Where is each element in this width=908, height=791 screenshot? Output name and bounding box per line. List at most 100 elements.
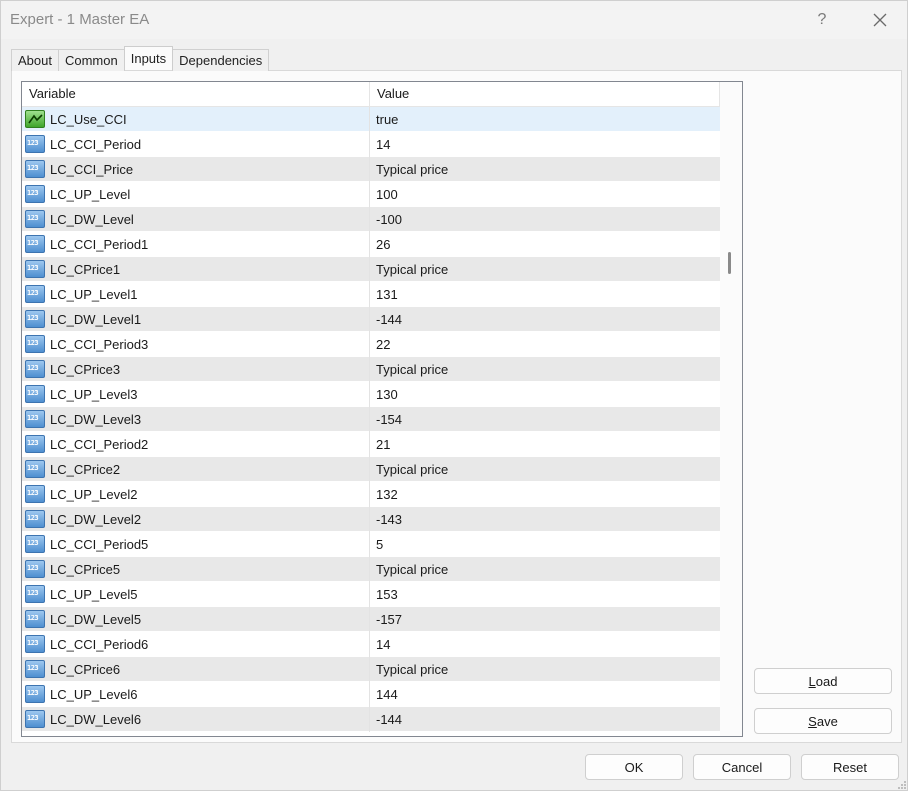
variable-cell[interactable]: LC_CCI_Price: [22, 156, 370, 182]
variable-cell[interactable]: LC_CCI_Period5: [22, 531, 370, 557]
table-row[interactable]: LC_DW_Level3 -154: [22, 406, 720, 432]
variable-name: LC_DW_Level2: [50, 511, 142, 527]
value-cell[interactable]: 144: [370, 682, 720, 707]
close-button[interactable]: [857, 5, 903, 35]
variable-cell[interactable]: LC_DW_Level1: [22, 306, 370, 332]
column-header-value[interactable]: Value: [370, 82, 720, 107]
table-row[interactable]: LC_CPrice6 Typical price: [22, 656, 720, 682]
value-cell[interactable]: 26: [370, 232, 720, 257]
variable-cell[interactable]: LC_UP_Level2: [22, 481, 370, 507]
table-row[interactable]: LC_CCI_Period5 5: [22, 531, 720, 557]
value-cell[interactable]: 22: [370, 332, 720, 357]
table-row[interactable]: LC_DW_Level2 -143: [22, 506, 720, 532]
load-button[interactable]: Load: [754, 668, 892, 694]
value-cell[interactable]: 100: [370, 182, 720, 207]
value-cell[interactable]: Typical price: [370, 457, 720, 482]
variable-cell[interactable]: LC_CCI_Period3: [22, 331, 370, 357]
table-row[interactable]: LC_CCI_Period 14: [22, 131, 720, 157]
variable-cell[interactable]: LC_DW_Level6: [22, 706, 370, 732]
table-row[interactable]: LC_UP_Level 100: [22, 181, 720, 207]
resize-grip-icon[interactable]: [897, 780, 907, 790]
table-row[interactable]: LC_CCI_Period3 22: [22, 331, 720, 357]
table-row[interactable]: LC_CPrice3 Typical price: [22, 356, 720, 382]
tab-common[interactable]: Common: [57, 49, 125, 71]
table-row[interactable]: LC_UP_Level3 130: [22, 381, 720, 407]
value-cell[interactable]: 14: [370, 632, 720, 657]
variable-cell[interactable]: LC_DW_Level5: [22, 606, 370, 632]
table-row[interactable]: LC_UP_Level6 144: [22, 681, 720, 707]
table-row[interactable]: LC_CPrice5 Typical price: [22, 556, 720, 582]
value-cell[interactable]: 14: [370, 132, 720, 157]
variable-cell[interactable]: LC_DW_Level2: [22, 506, 370, 532]
value-cell[interactable]: Typical price: [370, 557, 720, 582]
scrollbar-thumb[interactable]: [728, 252, 731, 274]
table-row[interactable]: LC_CCI_Period6 14: [22, 631, 720, 657]
variable-cell[interactable]: LC_CCI_Period: [22, 131, 370, 157]
value-cell[interactable]: -144: [370, 307, 720, 332]
variable-cell[interactable]: LC_CPrice1: [22, 256, 370, 282]
variable-cell[interactable]: LC_CPrice2: [22, 456, 370, 482]
value-cell[interactable]: -143: [370, 507, 720, 532]
table-row[interactable]: LC_UP_Level2 132: [22, 481, 720, 507]
value-cell[interactable]: 153: [370, 582, 720, 607]
ok-button[interactable]: OK: [585, 754, 683, 780]
variable-cell[interactable]: LC_CPrice3: [22, 356, 370, 382]
value-cell[interactable]: 130: [370, 382, 720, 407]
grid-header: Variable Value: [22, 82, 720, 107]
numeric-icon: [25, 235, 45, 253]
table-row[interactable]: LC_UP_Level5 153: [22, 581, 720, 607]
value-cell[interactable]: -157: [370, 607, 720, 632]
value-cell[interactable]: -154: [370, 407, 720, 432]
table-row[interactable]: LC_DW_Level6 -144: [22, 706, 720, 732]
table-row[interactable]: LC_Use_CCI true: [22, 106, 720, 132]
vertical-scrollbar[interactable]: [720, 82, 742, 736]
variable-cell[interactable]: LC_UP_Level3: [22, 381, 370, 407]
inputs-grid[interactable]: Variable Value LC_Use_CCItrueLC_CCI_Peri…: [21, 81, 743, 737]
variable-cell[interactable]: LC_UP_Level1: [22, 281, 370, 307]
value-cell[interactable]: Typical price: [370, 257, 720, 282]
table-row[interactable]: LC_CPrice2 Typical price: [22, 456, 720, 482]
cancel-button[interactable]: Cancel: [693, 754, 791, 780]
variable-cell[interactable]: LC_DW_Level3: [22, 406, 370, 432]
table-row[interactable]: LC_CCI_Price Typical price: [22, 156, 720, 182]
help-button[interactable]: ?: [799, 5, 845, 35]
table-row[interactable]: LC_DW_Level5 -157: [22, 606, 720, 632]
column-header-variable[interactable]: Variable: [22, 82, 370, 107]
variable-cell[interactable]: LC_CCI_Period1: [22, 231, 370, 257]
table-row[interactable]: LC_CCI_Period1 26: [22, 231, 720, 257]
variable-cell[interactable]: LC_CPrice6: [22, 656, 370, 682]
numeric-icon: [25, 535, 45, 553]
grid-rows: LC_Use_CCItrueLC_CCI_Period14LC_CCI_Pric…: [22, 106, 720, 732]
table-row[interactable]: LC_CCI_Period2 21: [22, 431, 720, 457]
variable-cell[interactable]: LC_CCI_Period2: [22, 431, 370, 457]
variable-name: LC_CCI_Price: [50, 161, 134, 177]
variable-cell[interactable]: LC_Use_CCI: [22, 106, 370, 132]
table-row[interactable]: LC_CPrice1 Typical price: [22, 256, 720, 282]
variable-cell[interactable]: LC_CPrice5: [22, 556, 370, 582]
tab-dependencies[interactable]: Dependencies: [172, 49, 270, 71]
value-cell[interactable]: 131: [370, 282, 720, 307]
tab-inputs[interactable]: Inputs: [123, 46, 174, 70]
value-cell[interactable]: Typical price: [370, 157, 720, 182]
reset-button[interactable]: Reset: [801, 754, 899, 780]
value-cell[interactable]: Typical price: [370, 357, 720, 382]
value-cell[interactable]: 21: [370, 432, 720, 457]
table-row[interactable]: LC_DW_Level -100: [22, 206, 720, 232]
variable-cell[interactable]: LC_DW_Level: [22, 206, 370, 232]
variable-cell[interactable]: LC_UP_Level: [22, 181, 370, 207]
numeric-icon: [25, 660, 45, 678]
tab-about[interactable]: About: [11, 49, 59, 71]
numeric-icon: [25, 685, 45, 703]
value-cell[interactable]: -144: [370, 707, 720, 732]
table-row[interactable]: LC_DW_Level1 -144: [22, 306, 720, 332]
value-cell[interactable]: 5: [370, 532, 720, 557]
value-cell[interactable]: 132: [370, 482, 720, 507]
table-row[interactable]: LC_UP_Level1 131: [22, 281, 720, 307]
variable-cell[interactable]: LC_CCI_Period6: [22, 631, 370, 657]
variable-cell[interactable]: LC_UP_Level5: [22, 581, 370, 607]
value-cell[interactable]: -100: [370, 207, 720, 232]
value-cell[interactable]: true: [370, 107, 720, 132]
variable-cell[interactable]: LC_UP_Level6: [22, 681, 370, 707]
save-button[interactable]: Save: [754, 708, 892, 734]
value-cell[interactable]: Typical price: [370, 657, 720, 682]
